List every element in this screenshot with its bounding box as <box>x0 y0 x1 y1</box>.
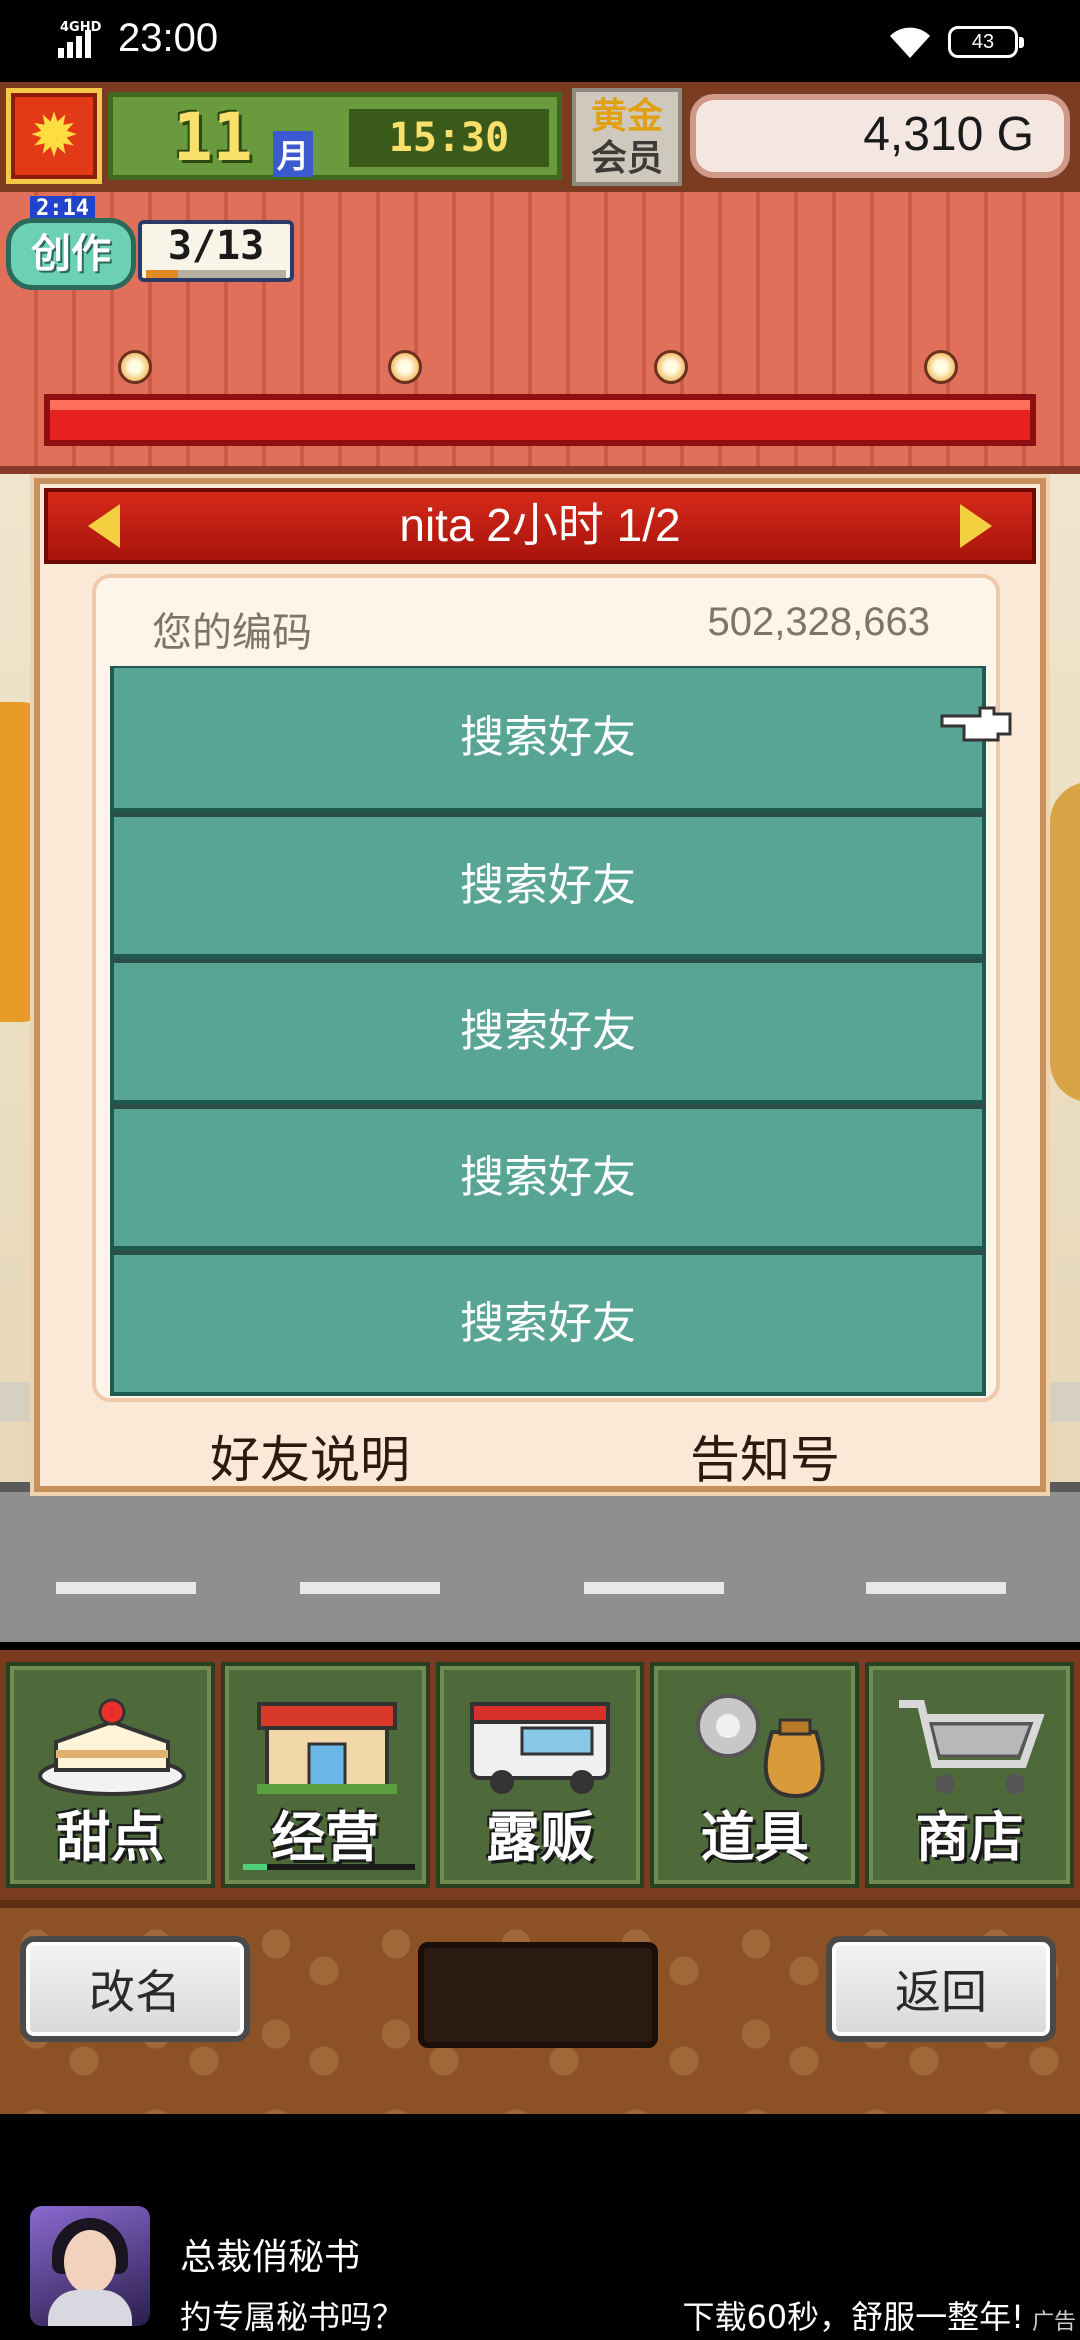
creation-progress-bar <box>146 270 286 278</box>
menu-label: 商店 <box>915 1806 1024 1869</box>
battery-indicator: 43 <box>948 26 1024 58</box>
friend-list: 搜索好友 搜索好友 搜索好友 搜索好友 搜索好友 <box>110 666 986 1396</box>
top-hud: ✹ 11 月 15:30 黄金 会员 4,310 G <box>0 82 1080 192</box>
date-panel: 11 月 15:30 <box>108 92 562 180</box>
empty-slot <box>418 1942 658 2048</box>
friend-list-panel: 您的编码 502,328,663 搜索好友 搜索好友 搜索好友 搜索好友 搜索好… <box>92 574 1000 1402</box>
signal-icon: 4GHD <box>58 20 108 58</box>
dialog-header: nita 2小时 1/2 <box>44 488 1036 564</box>
gold-member-badge[interactable]: 黄金 会员 <box>572 88 682 186</box>
ad-tag: 广告 <box>1031 2310 1076 2335</box>
lamp-icon <box>118 350 152 384</box>
status-bar: 4GHD 23:00 43 <box>0 0 1080 82</box>
search-friend-button[interactable]: 搜索好友 <box>110 812 986 958</box>
money-display: 4,310 G <box>690 94 1070 178</box>
notice-button[interactable]: 告知号 <box>690 1420 840 1492</box>
dialog-title: nita 2小时 1/2 <box>399 499 681 551</box>
search-friend-button[interactable]: 搜索好友 <box>110 958 986 1104</box>
rename-button[interactable]: 改名 <box>20 1936 250 2042</box>
menu-label: 经营 <box>271 1806 380 1869</box>
items-bag-icon <box>696 1694 825 1799</box>
search-friend-button[interactable]: 搜索好友 <box>110 666 986 812</box>
maple-leaf-icon[interactable]: ✹ <box>6 88 102 184</box>
search-friend-button[interactable]: 搜索好友 <box>110 1250 986 1396</box>
user-code-value: 502,328,663 <box>707 600 930 644</box>
creation-progress-badge[interactable]: 2:14 创作 3/13 <box>6 196 298 296</box>
tree-icon <box>1050 782 1080 1102</box>
menu-item-manage[interactable]: 经营 <box>220 1662 430 1888</box>
lamp-icon <box>388 350 422 384</box>
ad-title: 总裁俏秘书 <box>180 2237 361 2278</box>
creation-label: 创作 <box>6 218 136 290</box>
menu-item-store[interactable]: 商店 <box>865 1662 1074 1888</box>
lamp-icon <box>654 350 688 384</box>
shop-sign <box>44 394 1036 446</box>
lamp-icon <box>924 350 958 384</box>
shopping-cart-icon <box>899 1700 1045 1794</box>
pointing-hand-icon <box>940 706 1012 742</box>
road <box>0 1482 1080 1642</box>
shop-icon <box>256 1702 397 1794</box>
cake-icon <box>38 1698 186 1796</box>
month-number: 11 <box>173 99 253 176</box>
ad-text: 扚专属秘书吗？ <box>180 2298 405 2336</box>
menu-item-items[interactable]: 道具 <box>650 1662 860 1888</box>
menu-label: 露贩 <box>485 1806 594 1869</box>
game-clock: 15:30 <box>349 109 549 167</box>
ad-avatar <box>30 2206 150 2326</box>
manage-progress-bar <box>242 1864 415 1870</box>
back-button[interactable]: 返回 <box>826 1936 1056 2042</box>
menu-item-food-truck[interactable]: 露贩 <box>435 1662 645 1888</box>
wifi-icon <box>890 27 930 58</box>
ad-banner[interactable]: 总裁俏秘书 扚专属秘书吗？ 下载60秒，舒服一整年! 广告 <box>0 2170 1080 2340</box>
food-truck-icon <box>469 1702 610 1794</box>
user-code-label: 您的编码 <box>152 610 312 656</box>
ad-slogan: 下载60秒，舒服一整年! <box>682 2298 1024 2336</box>
dialog-footer: 好友说明 告知号 <box>40 1408 1040 1489</box>
search-friend-button[interactable]: 搜索好友 <box>110 1104 986 1250</box>
menu-label: 甜点 <box>56 1806 165 1869</box>
month-unit: 月 <box>273 131 314 177</box>
previous-page-arrow-icon[interactable] <box>88 504 120 548</box>
menu-item-dessert[interactable]: 甜点 <box>6 1662 215 1888</box>
friend-help-button[interactable]: 好友说明 <box>210 1420 410 1492</box>
menu-label: 道具 <box>700 1806 809 1869</box>
bottom-toolbar: 改名 返回 <box>0 1900 1080 2114</box>
next-page-arrow-icon[interactable] <box>960 504 992 548</box>
status-time: 23:00 <box>118 16 219 60</box>
friend-dialog: nita 2小时 1/2 您的编码 502,328,663 搜索好友 搜索好友 … <box>34 478 1046 1492</box>
user-code-row: 您的编码 502,328,663 <box>96 578 996 664</box>
main-menu-bar: 甜点 经营 露贩 道具 商店 <box>0 1650 1080 1900</box>
